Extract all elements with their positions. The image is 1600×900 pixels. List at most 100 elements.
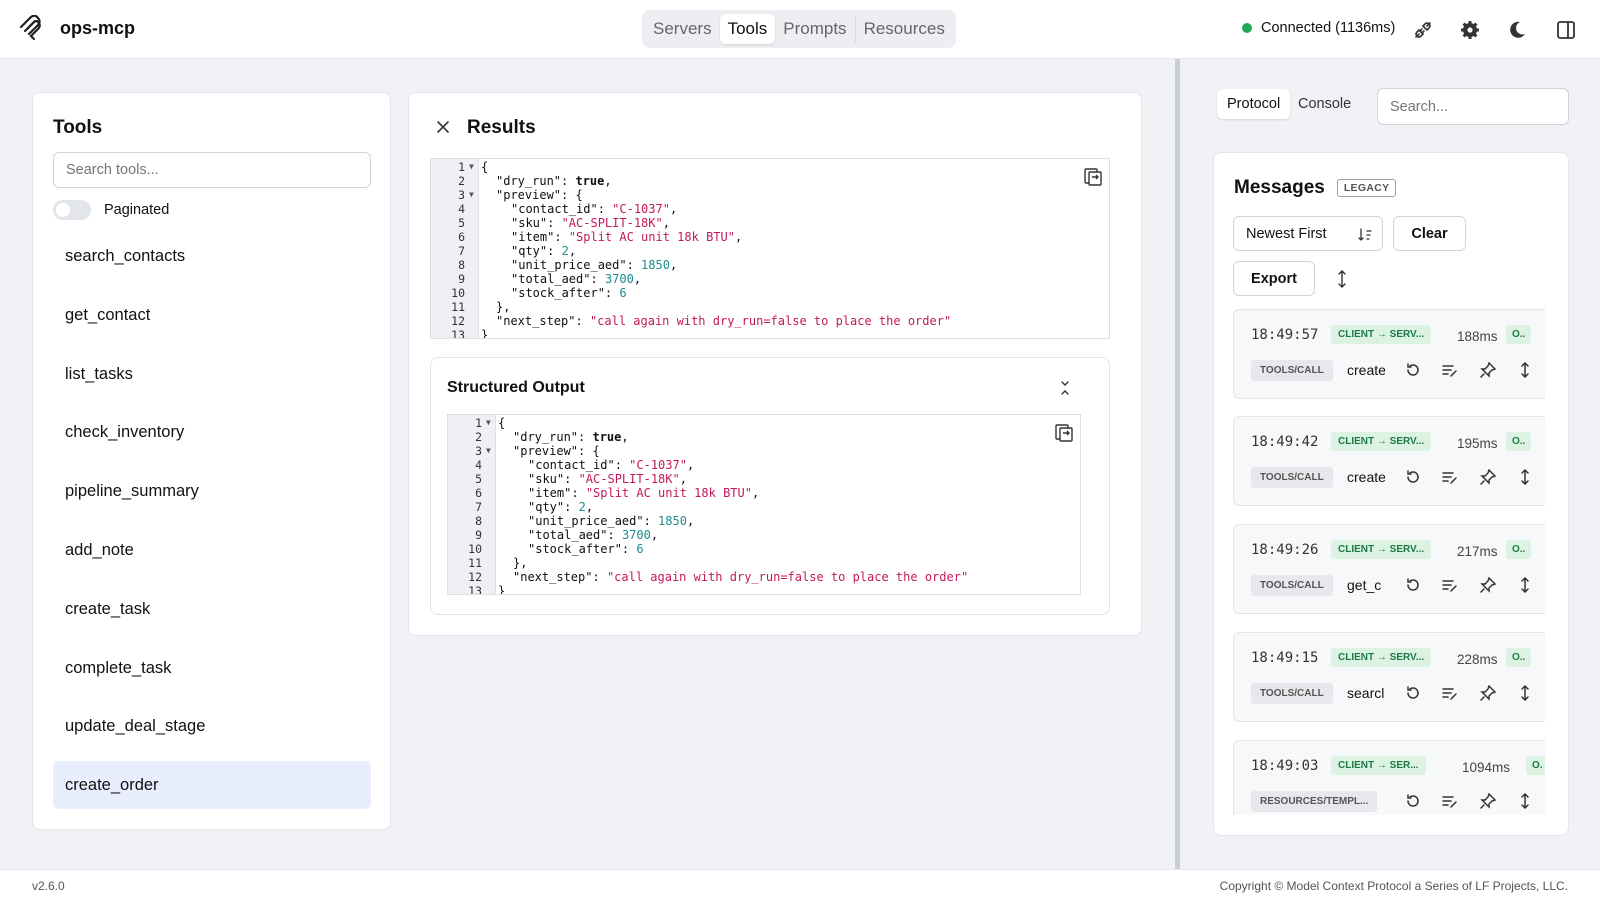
edit-list-icon[interactable] <box>1442 685 1458 701</box>
paginated-label: Paginated <box>104 202 170 218</box>
code-line: "item": "Split AC unit 18k BTU", <box>511 230 743 244</box>
tab-protocol[interactable]: Protocol <box>1217 89 1291 119</box>
line-number: 9 <box>458 272 465 286</box>
message-status-badge: O. <box>1526 756 1545 775</box>
pin-icon[interactable] <box>1480 577 1496 593</box>
expand-icon[interactable] <box>1517 577 1533 593</box>
replay-icon[interactable] <box>1405 793 1421 809</box>
code-line: "preview": { <box>496 188 583 202</box>
edit-list-icon[interactable] <box>1442 577 1458 593</box>
tool-item[interactable]: create_task <box>53 585 371 633</box>
fold-arrow-icon[interactable]: ▼ <box>486 418 491 427</box>
tab-console[interactable]: Console <box>1298 96 1351 112</box>
expand-icon[interactable] <box>1517 469 1533 485</box>
message-status-badge: O.. <box>1506 432 1532 451</box>
tab-resources[interactable]: Resources <box>856 14 953 44</box>
tool-item[interactable]: get_contact <box>53 291 371 339</box>
message-time: 18:49:15 <box>1251 650 1319 666</box>
code-line: "next_step": "call again with dry_run=fa… <box>513 570 969 584</box>
version-text: v2.6.0 <box>32 879 65 893</box>
gear-icon[interactable] <box>1459 19 1481 41</box>
line-number: 7 <box>458 244 465 258</box>
tab-tools[interactable]: Tools <box>719 14 776 44</box>
tool-item[interactable]: search_contacts <box>53 232 371 280</box>
app-name: ops-mcp <box>60 18 136 38</box>
results-json-editor[interactable]: 1 2 3 4 5 6 7 8 9 10 11 12 13 ▼ ▼ { "dry… <box>430 158 1110 339</box>
tools-panel: Tools Paginated search_contacts get_cont… <box>32 92 391 830</box>
fold-arrow-icon[interactable]: ▼ <box>469 190 474 199</box>
message-item[interactable]: 18:49:26 CLIENT → SERV... 217ms O.. TOOL… <box>1233 524 1545 614</box>
pin-icon[interactable] <box>1480 685 1496 701</box>
message-status-badge: O.. <box>1506 325 1532 344</box>
tool-item[interactable]: list_tasks <box>53 350 371 398</box>
replay-icon[interactable] <box>1405 685 1421 701</box>
message-tool-name: create <box>1347 469 1385 485</box>
message-duration: 228ms <box>1457 652 1498 667</box>
tool-item[interactable]: pipeline_summary <box>53 467 371 515</box>
plug-disconnect-icon[interactable] <box>1412 19 1434 41</box>
collapse-icon[interactable] <box>1058 380 1072 396</box>
code-line: "stock_after": 6 <box>511 286 627 300</box>
structured-json-editor[interactable]: 1 2 3 4 5 6 7 8 9 10 11 12 13 ▼ ▼ { "dry… <box>447 414 1081 595</box>
paginated-toggle[interactable] <box>53 200 91 220</box>
message-status-badge: O.. <box>1506 648 1532 667</box>
message-item[interactable]: 18:49:57 CLIENT → SERV... 188ms O.. TOOL… <box>1233 309 1545 399</box>
sort-arrows-icon <box>1358 228 1372 241</box>
tool-item[interactable]: complete_task <box>53 644 371 692</box>
status-dot-icon <box>1242 23 1252 33</box>
replay-icon[interactable] <box>1405 577 1421 593</box>
export-button[interactable]: Export <box>1233 261 1315 296</box>
code-line: "dry_run": true, <box>513 430 629 444</box>
sort-select-value: Newest First <box>1246 225 1327 242</box>
message-time: 18:49:42 <box>1251 434 1319 450</box>
message-item[interactable]: 18:49:15 CLIENT → SERV... 228ms O.. TOOL… <box>1233 632 1545 722</box>
pin-icon[interactable] <box>1480 793 1496 809</box>
expand-icon[interactable] <box>1517 362 1533 378</box>
edit-list-icon[interactable] <box>1442 469 1458 485</box>
code-line: "total_aed": 3700, <box>511 272 642 286</box>
tab-servers[interactable]: Servers <box>645 14 720 44</box>
tool-item[interactable]: add_note <box>53 526 371 574</box>
fold-arrow-icon[interactable]: ▼ <box>469 162 474 171</box>
replay-icon[interactable] <box>1405 362 1421 378</box>
message-method-badge: TOOLS/CALL <box>1251 683 1333 704</box>
app-header: ops-mcp Servers Tools Prompts Resources … <box>0 0 1600 59</box>
code-line: "total_aed": 3700, <box>528 528 659 542</box>
search-tools-input[interactable] <box>53 152 371 188</box>
tool-item[interactable]: check_inventory <box>53 408 371 456</box>
close-icon[interactable] <box>435 119 451 135</box>
moon-icon[interactable] <box>1506 19 1528 41</box>
messages-title: Messages <box>1234 177 1325 198</box>
fold-arrow-icon[interactable]: ▼ <box>486 446 491 455</box>
edit-list-icon[interactable] <box>1442 362 1458 378</box>
message-direction-badge: CLIENT → SERV... <box>1331 432 1432 451</box>
edit-list-icon[interactable] <box>1442 793 1458 809</box>
tool-item-selected[interactable]: create_order <box>53 761 371 809</box>
expand-all-icon[interactable] <box>1335 269 1349 289</box>
line-number: 8 <box>458 258 465 272</box>
line-number: 11 <box>451 300 465 314</box>
tool-item[interactable]: update_deal_stage <box>53 702 371 750</box>
copy-icon[interactable] <box>1083 167 1103 187</box>
pin-icon[interactable] <box>1480 362 1496 378</box>
message-item[interactable]: 18:49:03 CLIENT → SER... 1094ms O. RESOU… <box>1233 740 1545 815</box>
tab-prompts[interactable]: Prompts <box>775 14 854 44</box>
expand-icon[interactable] <box>1517 685 1533 701</box>
pin-icon[interactable] <box>1480 469 1496 485</box>
sort-select[interactable]: Newest First <box>1233 216 1383 251</box>
replay-icon[interactable] <box>1405 469 1421 485</box>
message-time: 18:49:57 <box>1251 327 1319 343</box>
code-line: "stock_after": 6 <box>528 542 644 556</box>
connection-status: Connected (1136ms) <box>1242 20 1395 36</box>
copy-icon[interactable] <box>1054 423 1074 443</box>
line-number: 2 <box>458 174 465 188</box>
toggle-panel-icon[interactable] <box>1555 19 1577 41</box>
main-nav-tabs: Servers Tools Prompts Resources <box>642 10 956 48</box>
message-item[interactable]: 18:49:42 CLIENT → SERV... 195ms O.. TOOL… <box>1233 416 1545 506</box>
search-messages-input[interactable] <box>1377 88 1569 125</box>
code-line: "qty": 2, <box>528 500 594 514</box>
code-line: "unit_price_aed": 1850, <box>511 258 678 272</box>
clear-button[interactable]: Clear <box>1393 216 1466 251</box>
code-line: } <box>481 328 489 339</box>
expand-icon[interactable] <box>1517 793 1533 809</box>
